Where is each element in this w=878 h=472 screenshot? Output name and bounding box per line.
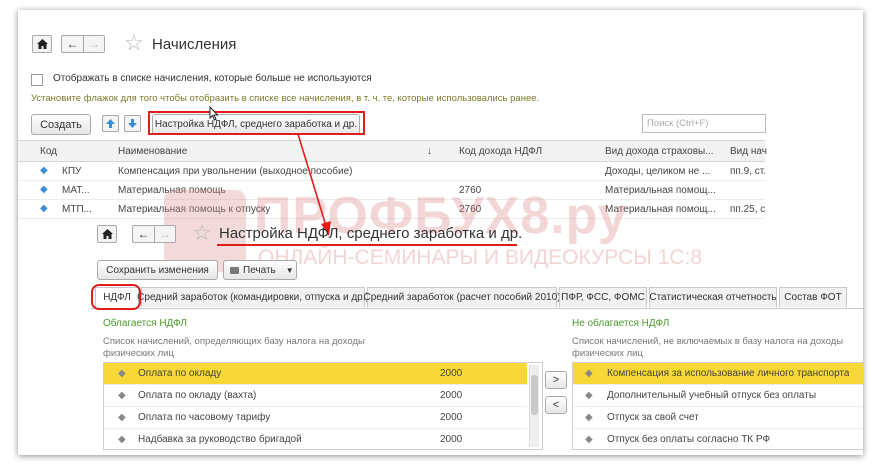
row-code: МТП... bbox=[62, 204, 92, 215]
row-extra: пп.9, ст. bbox=[730, 166, 765, 177]
arrow-right-icon: → bbox=[88, 37, 100, 51]
list-header: Код Наименование ↓ Код дохода НДФЛ Вид д… bbox=[18, 140, 767, 162]
col-kind[interactable]: Вид нач bbox=[730, 146, 767, 157]
move-left-button[interactable]: < bbox=[545, 396, 567, 414]
search-input[interactable]: Поиск (Ctrl+F) bbox=[642, 114, 766, 133]
ndfl-tab-highlight bbox=[91, 284, 141, 310]
annotation-arrow bbox=[297, 133, 331, 236]
col-code[interactable]: Код bbox=[40, 146, 57, 157]
row-marker-icon: ◆ bbox=[585, 368, 593, 379]
right-section-desc: Список начислений, не включаемых в базу … bbox=[572, 336, 844, 359]
left-list: ◆ Оплата по окладу 2000 ◆ Оплата по окла… bbox=[103, 362, 543, 450]
row-extra: пп.25, с bbox=[730, 204, 765, 215]
list-item[interactable]: ◆ Компенсация за использование личного т… bbox=[573, 363, 863, 385]
row-marker-icon: ◆ bbox=[40, 203, 48, 214]
favorite-star-icon-2[interactable]: ☆ bbox=[192, 222, 212, 244]
row-marker-icon: ◆ bbox=[118, 368, 126, 379]
back-button-2[interactable]: ← bbox=[132, 225, 154, 243]
back-button[interactable]: ← bbox=[61, 35, 83, 53]
list-item[interactable]: ◆ Отпуск за свой счет bbox=[573, 407, 863, 429]
item-code: 2000 bbox=[440, 434, 463, 445]
col-ndfl-code[interactable]: Код дохода НДФЛ bbox=[459, 146, 542, 157]
save-changes-button[interactable]: Сохранить изменения bbox=[97, 260, 218, 280]
left-section-desc: Список начислений, определяющих базу нал… bbox=[103, 336, 365, 359]
item-name: Отпуск без оплаты согласно ТК РФ bbox=[607, 434, 771, 445]
row-marker-icon: ◆ bbox=[40, 165, 48, 176]
tab-statistics[interactable]: Статистическая отчетность bbox=[649, 287, 777, 307]
settings-title: Настройка НДФЛ, среднего заработка и др. bbox=[219, 225, 523, 242]
item-name: Дополнительный учебный отпуск без оплаты bbox=[607, 390, 817, 401]
item-code: 2000 bbox=[440, 412, 463, 423]
cursor-icon bbox=[209, 106, 219, 121]
arrow-left-icon: ← bbox=[66, 37, 79, 51]
list-item[interactable]: ◆ Оплата по окладу 2000 bbox=[104, 363, 527, 385]
row-marker-icon: ◆ bbox=[585, 412, 593, 423]
print-label: Печать bbox=[243, 264, 276, 276]
list-item[interactable]: ◆ Оплата по часовому тарифу 2000 bbox=[104, 407, 527, 429]
forward-button-2[interactable]: → bbox=[154, 225, 176, 243]
list-item[interactable]: ◆ Надбавка за руководство бригадой 2000 bbox=[104, 429, 527, 449]
tab-pfr-fss-foms[interactable]: ПФР, ФСС, ФОМС bbox=[559, 287, 647, 307]
right-list: ◆ Компенсация за использование личного т… bbox=[572, 362, 863, 450]
tab-average-earnings[interactable]: Средний заработок (командировки, отпуска… bbox=[137, 287, 369, 307]
arrow-left-icon: ← bbox=[137, 227, 150, 241]
sort-icon[interactable]: ↓ bbox=[427, 146, 432, 157]
favorite-star-icon[interactable]: ☆ bbox=[124, 32, 144, 54]
item-name: Оплата по окладу (вахта) bbox=[138, 390, 257, 401]
printer-icon bbox=[230, 266, 239, 274]
right-section-title: Не облагается НДФЛ bbox=[572, 318, 670, 329]
left-section-title: Облагается НДФЛ bbox=[103, 318, 187, 329]
checkbox-label: Отображать в списке начисления, которые … bbox=[53, 73, 372, 84]
row-marker-icon: ◆ bbox=[585, 390, 593, 401]
item-name: Компенсация за использование личного тра… bbox=[607, 368, 850, 379]
forward-button[interactable]: → bbox=[83, 35, 105, 53]
move-up-button[interactable] bbox=[102, 115, 119, 132]
screenshot-frame: ← → ☆ Начисления Отображать в списке нач… bbox=[18, 10, 863, 455]
move-down-button[interactable] bbox=[124, 115, 141, 132]
row-marker-icon: ◆ bbox=[585, 434, 593, 445]
item-name: Оплата по окладу bbox=[138, 368, 222, 379]
show-unused-checkbox[interactable] bbox=[31, 74, 43, 86]
row-kind: Доходы, целиком не ... bbox=[605, 166, 711, 177]
arrow-up-icon bbox=[106, 119, 115, 128]
home-icon bbox=[101, 229, 113, 239]
row-marker-icon: ◆ bbox=[118, 390, 126, 401]
title-underline bbox=[217, 244, 517, 246]
row-code: КПУ bbox=[62, 166, 82, 177]
item-name: Оплата по часовому тарифу bbox=[138, 412, 271, 423]
tab-fot[interactable]: Состав ФОТ bbox=[779, 287, 847, 307]
tab-average-earnings-2010[interactable]: Средний заработок (расчет пособий 2010) bbox=[364, 287, 561, 307]
home-button-2[interactable] bbox=[97, 225, 117, 243]
home-icon bbox=[36, 39, 48, 49]
create-button[interactable]: Создать bbox=[31, 114, 91, 135]
scrollbar-thumb[interactable] bbox=[531, 375, 538, 415]
watermark-sub: ОНЛАЙН-СЕМИНАРЫ И ВИДЕОКУРСЫ 1С:8 bbox=[258, 246, 703, 269]
table-row[interactable]: ◆ КПУ Компенсация при увольнении (выходн… bbox=[18, 162, 765, 181]
list-item[interactable]: ◆ Оплата по окладу (вахта) 2000 bbox=[104, 385, 527, 407]
item-code: 2000 bbox=[440, 390, 463, 401]
chevron-down-icon: ▼ bbox=[285, 265, 294, 275]
left-scrollbar[interactable] bbox=[529, 365, 539, 447]
arrow-down-icon bbox=[128, 119, 137, 128]
print-button[interactable]: Печать ▼ bbox=[223, 260, 297, 280]
item-name: Надбавка за руководство бригадой bbox=[138, 434, 302, 445]
col-insurance-kind[interactable]: Вид дохода страховы... bbox=[605, 146, 714, 157]
row-marker-icon: ◆ bbox=[118, 412, 126, 423]
list-item[interactable]: ◆ Отпуск без оплаты согласно ТК РФ bbox=[573, 429, 863, 449]
item-name: Отпуск за свой счет bbox=[607, 412, 699, 423]
hint-text: Установите флажок для того чтобы отобраз… bbox=[31, 93, 540, 104]
row-marker-icon: ◆ bbox=[118, 434, 126, 445]
page-title: Начисления bbox=[152, 36, 237, 53]
home-button[interactable] bbox=[32, 35, 52, 53]
move-right-button[interactable]: > bbox=[545, 371, 567, 389]
list-item[interactable]: ◆ Дополнительный учебный отпуск без опла… bbox=[573, 385, 863, 407]
col-name[interactable]: Наименование bbox=[118, 146, 187, 157]
arrow-right-icon: → bbox=[159, 227, 171, 241]
row-code: МАТ... bbox=[62, 185, 90, 196]
tab-bar: НДФЛ Средний заработок (командировки, от… bbox=[91, 287, 863, 309]
row-marker-icon: ◆ bbox=[40, 184, 48, 195]
item-code: 2000 bbox=[440, 368, 463, 379]
